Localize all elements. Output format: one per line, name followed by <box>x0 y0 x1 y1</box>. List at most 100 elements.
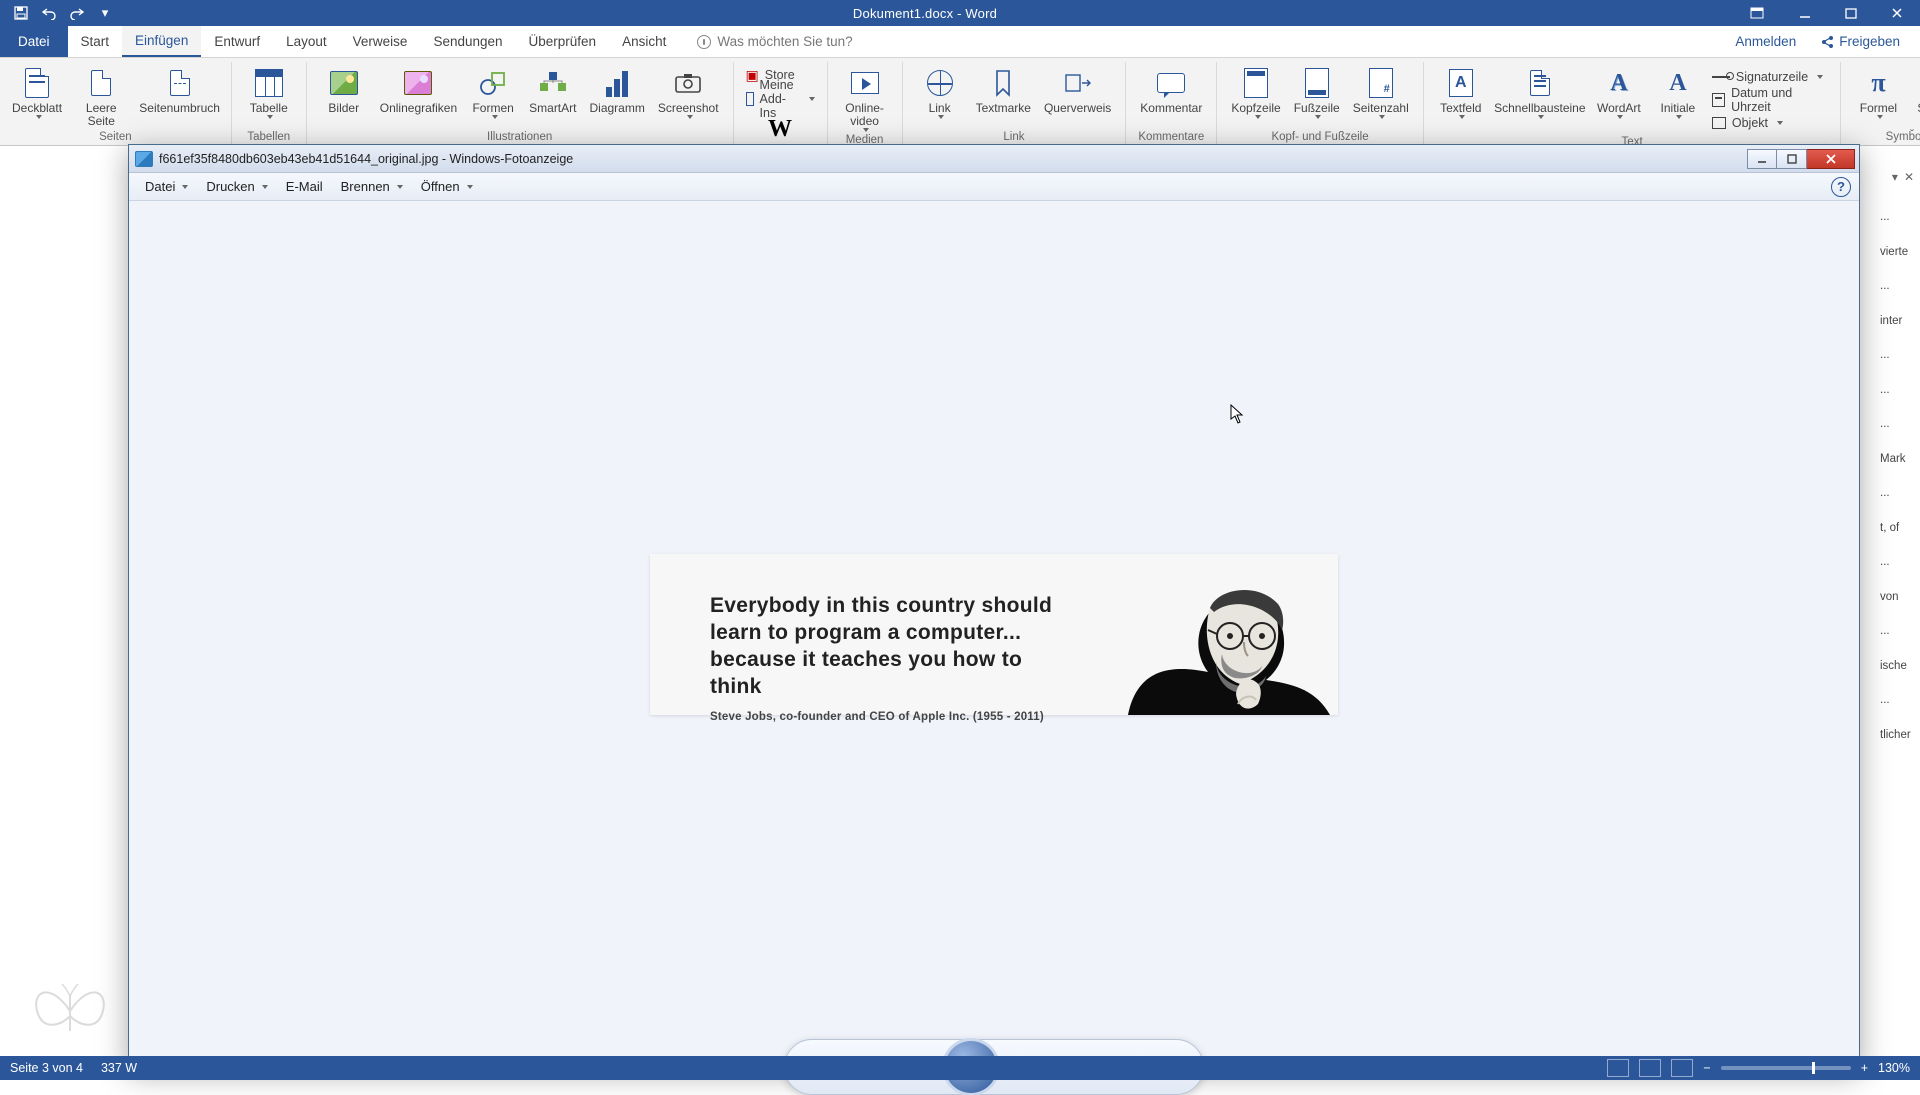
pv-menu-open[interactable]: Öffnen <box>413 176 481 197</box>
calendar-icon <box>1712 93 1725 107</box>
bookmark-button[interactable]: Textmarke <box>970 64 1037 119</box>
word-title-bar: ▾ Dokument1.docx - Word <box>0 0 1920 26</box>
addins-icon <box>746 92 754 106</box>
page-number-button[interactable]: #Seitenzahl <box>1347 64 1415 119</box>
smartart-button[interactable]: SmartArt <box>523 64 582 119</box>
minimize-button[interactable] <box>1782 0 1828 26</box>
lightbulb-icon <box>697 35 711 49</box>
status-page[interactable]: Seite 3 von 4 <box>10 1061 83 1075</box>
pv-menu-burn[interactable]: Brennen <box>333 176 411 197</box>
tab-review[interactable]: Überprüfen <box>516 26 610 57</box>
pv-image-stage[interactable]: Everybody in this country should learn t… <box>129 201 1859 1067</box>
pv-menu-email[interactable]: E-Mail <box>278 176 331 197</box>
my-addins-button[interactable]: Meine Add-Ins <box>742 88 819 110</box>
pv-title-bar[interactable]: f661ef35f8480db603eb43eb41d51644_origina… <box>129 145 1859 173</box>
portrait-image <box>1098 554 1338 715</box>
ribbon-display-options[interactable] <box>1732 0 1782 26</box>
watermark-butterfly-icon <box>30 976 110 1046</box>
shapes-button[interactable]: Formen <box>464 64 522 119</box>
group-comments: Kommentar Kommentare <box>1126 62 1217 145</box>
tell-me-search[interactable]: Was möchten Sie tun? <box>697 26 852 57</box>
textbox-button[interactable]: ATextfeld <box>1432 64 1490 134</box>
tab-references[interactable]: Verweise <box>340 26 421 57</box>
word-status-bar: Seite 3 von 4 337 W − + 130% <box>0 1056 1920 1080</box>
share-button[interactable]: Freigeben <box>1810 34 1910 49</box>
tab-file[interactable]: Datei <box>0 26 68 57</box>
cross-reference-button[interactable]: Querverweis <box>1038 64 1117 119</box>
screenshot-button[interactable]: Screenshot <box>652 64 725 119</box>
ribbon-tabs: Datei Start Einfügen Entwurf Layout Verw… <box>0 26 1920 58</box>
online-pictures-button[interactable]: Onlinegrafiken <box>374 64 463 119</box>
wordart-button[interactable]: AWordArt <box>1590 64 1648 134</box>
tab-insert[interactable]: Einfügen <box>122 26 201 57</box>
quick-parts-button[interactable]: Schnellbausteine <box>1491 64 1589 134</box>
cover-page-button[interactable]: Deckblatt <box>8 64 66 128</box>
pv-title: f661ef35f8480db603eb43eb41d51644_origina… <box>159 152 573 166</box>
view-web-layout[interactable] <box>1671 1059 1693 1077</box>
footer-button[interactable]: Fußzeile <box>1288 64 1346 119</box>
pane-close[interactable]: ✕ <box>1904 170 1914 184</box>
store-icon: ▣ <box>746 67 759 84</box>
zoom-level[interactable]: 130% <box>1878 1061 1910 1075</box>
styles-list-partial: ...vierte ...inter ...... ...Mark ...t, … <box>1880 200 1920 752</box>
displayed-image: Everybody in this country should learn t… <box>650 554 1338 715</box>
tab-mailings[interactable]: Sendungen <box>420 26 515 57</box>
chart-button[interactable]: Diagramm <box>583 64 650 119</box>
tab-view[interactable]: Ansicht <box>609 26 679 57</box>
object-button[interactable]: Objekt <box>1708 112 1833 134</box>
wikipedia-button[interactable]: WWikipedia <box>746 110 814 146</box>
zoom-slider[interactable] <box>1721 1066 1851 1070</box>
photo-viewer-window: f661ef35f8480db603eb43eb41d51644_origina… <box>128 144 1860 1068</box>
blank-page-button[interactable]: Leere Seite <box>67 64 135 128</box>
group-tables: Tabelle Tabellen <box>232 62 307 145</box>
quick-access-toolbar: ▾ <box>0 2 118 24</box>
comment-button[interactable]: Kommentar <box>1134 64 1208 115</box>
pv-minimize-button[interactable] <box>1747 149 1777 169</box>
link-button[interactable]: Link <box>911 64 969 119</box>
dropcap-button[interactable]: AInitiale <box>1649 64 1707 134</box>
group-addins: ▣Store Meine Add-Ins WWikipedia Add-Ins <box>734 62 828 145</box>
close-button[interactable] <box>1874 0 1920 26</box>
maximize-button[interactable] <box>1828 0 1874 26</box>
equation-button[interactable]: πFormel <box>1849 64 1907 119</box>
group-headerfooter: Kopfzeile Fußzeile #Seitenzahl Kopf- und… <box>1217 62 1423 145</box>
pv-menu-print[interactable]: Drucken <box>198 176 275 197</box>
collapse-ribbon[interactable]: ˇ <box>1910 127 1914 141</box>
tab-start[interactable]: Start <box>68 26 123 57</box>
table-button[interactable]: Tabelle <box>240 64 298 119</box>
symbol-button[interactable]: ΩSymbol <box>1908 64 1920 119</box>
page-break-button[interactable]: Seitenumbruch <box>137 64 223 128</box>
tell-me-placeholder: Was möchten Sie tun? <box>717 34 852 49</box>
pv-menu-bar: Datei Drucken E-Mail Brennen Öffnen ? <box>129 173 1859 201</box>
online-video-button[interactable]: Online-video <box>836 64 894 132</box>
status-wordcount[interactable]: 337 W <box>101 1061 137 1075</box>
document-title: Dokument1.docx - Word <box>118 6 1732 21</box>
pv-window-controls <box>1747 149 1855 169</box>
pv-help-button[interactable]: ? <box>1831 177 1851 197</box>
photo-viewer-icon <box>135 151 153 167</box>
tab-layout[interactable]: Layout <box>273 26 340 57</box>
sign-in-link[interactable]: Anmelden <box>1725 34 1806 49</box>
group-symbols: πFormel ΩSymbol Symbole <box>1841 62 1920 145</box>
share-icon <box>1820 35 1834 49</box>
pv-close-button[interactable] <box>1807 149 1855 169</box>
header-button[interactable]: Kopfzeile <box>1225 64 1286 119</box>
pv-maximize-button[interactable] <box>1777 149 1807 169</box>
group-media: Online-video Medien <box>828 62 903 145</box>
pane-menu[interactable]: ▾ <box>1892 170 1898 184</box>
wikipedia-icon: W <box>768 116 792 143</box>
view-print-layout[interactable] <box>1639 1059 1661 1077</box>
pv-menu-file[interactable]: Datei <box>137 176 196 197</box>
date-time-button[interactable]: Datum und Uhrzeit <box>1708 89 1833 111</box>
save-button[interactable] <box>8 2 34 24</box>
tab-design[interactable]: Entwurf <box>201 26 273 57</box>
zoom-in[interactable]: + <box>1861 1061 1868 1075</box>
undo-button[interactable] <box>36 2 62 24</box>
view-read-mode[interactable] <box>1607 1059 1629 1077</box>
signature-line-button[interactable]: Signaturzeile <box>1708 66 1833 88</box>
group-pages: Deckblatt Leere Seite Seitenumbruch Seit… <box>0 62 232 145</box>
pictures-button[interactable]: Bilder <box>315 64 373 119</box>
zoom-out[interactable]: − <box>1703 1061 1710 1075</box>
redo-button[interactable] <box>64 2 90 24</box>
qat-customize[interactable]: ▾ <box>92 2 118 24</box>
